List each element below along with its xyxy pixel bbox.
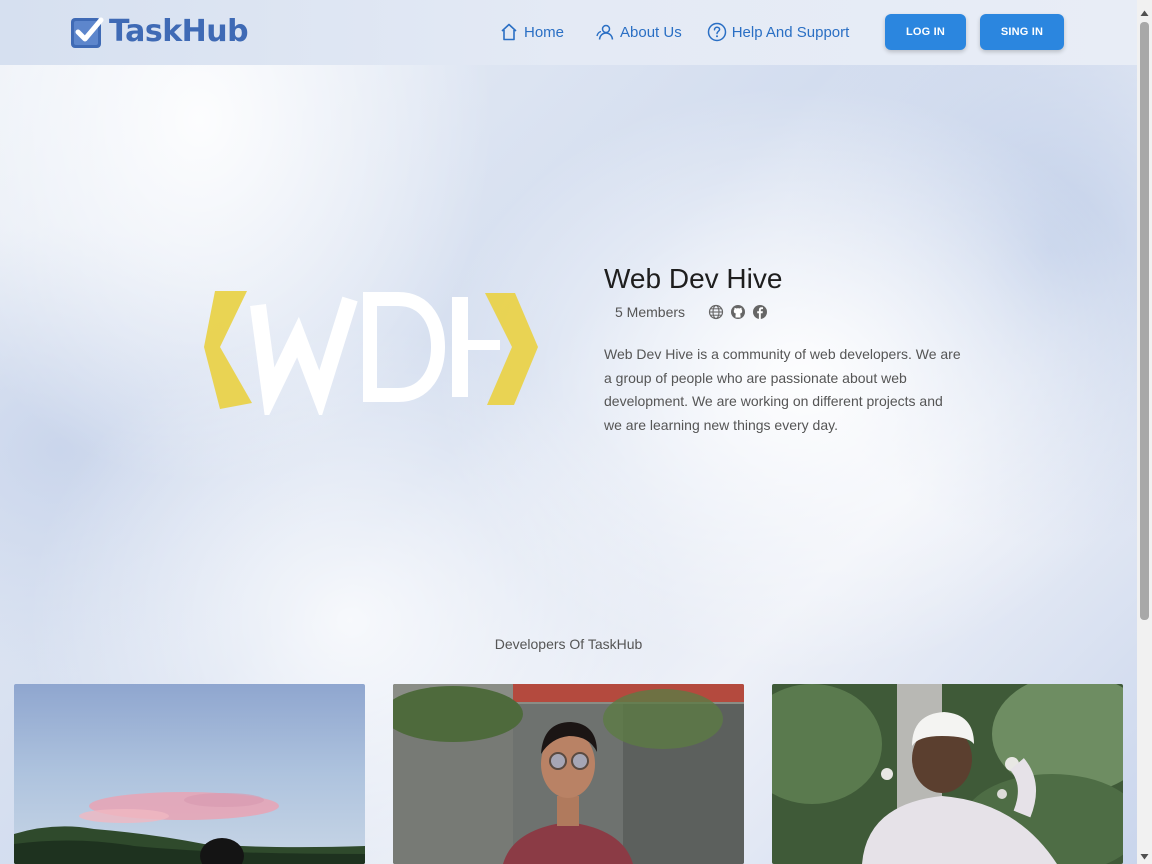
brand-logo[interactable]: TaskHub	[70, 14, 249, 49]
main-nav: Home About Us Help And Support	[499, 22, 849, 42]
developer-card-photo[interactable]	[393, 684, 744, 864]
nav-help-label: Help And Support	[731, 23, 850, 41]
checkbox-logo-icon	[70, 15, 104, 49]
github-icon[interactable]	[730, 304, 746, 320]
vertical-scrollbar[interactable]	[1137, 0, 1152, 864]
header: TaskHub Home About Us Help And Support L…	[0, 0, 1137, 65]
developers-heading: Developers Of TaskHub	[494, 636, 643, 652]
team-logo-image	[200, 285, 545, 423]
team-meta: 5 Members	[615, 304, 774, 320]
developer-card-photo[interactable]	[14, 684, 365, 864]
nav-help-support[interactable]: Help And Support	[707, 22, 850, 42]
users-icon	[595, 22, 620, 42]
scroll-down-arrow-icon[interactable]	[1140, 848, 1149, 860]
team-title: Web Dev Hive	[604, 263, 783, 294]
signin-button[interactable]: SING IN	[980, 14, 1064, 50]
developer-card-photo[interactable]	[772, 684, 1123, 864]
question-circle-icon	[707, 22, 732, 42]
nav-about-label: About Us	[620, 23, 682, 41]
globe-icon[interactable]	[708, 304, 724, 320]
page: TaskHub Home About Us Help And Support L…	[0, 0, 1137, 864]
member-count: 5 Members	[615, 304, 686, 320]
brand-name: TaskHub	[109, 14, 249, 49]
scrollbar-thumb[interactable]	[1140, 22, 1149, 620]
nav-home[interactable]: Home	[499, 22, 564, 42]
nav-home-label: Home	[524, 23, 565, 41]
facebook-icon[interactable]	[752, 304, 768, 320]
team-description: Web Dev Hive is a community of web devel…	[604, 346, 961, 433]
home-icon	[499, 22, 524, 42]
scroll-up-arrow-icon[interactable]	[1140, 5, 1149, 16]
social-links	[708, 304, 774, 320]
login-button[interactable]: LOG IN	[885, 14, 966, 50]
nav-about-us[interactable]: About Us	[595, 22, 682, 42]
